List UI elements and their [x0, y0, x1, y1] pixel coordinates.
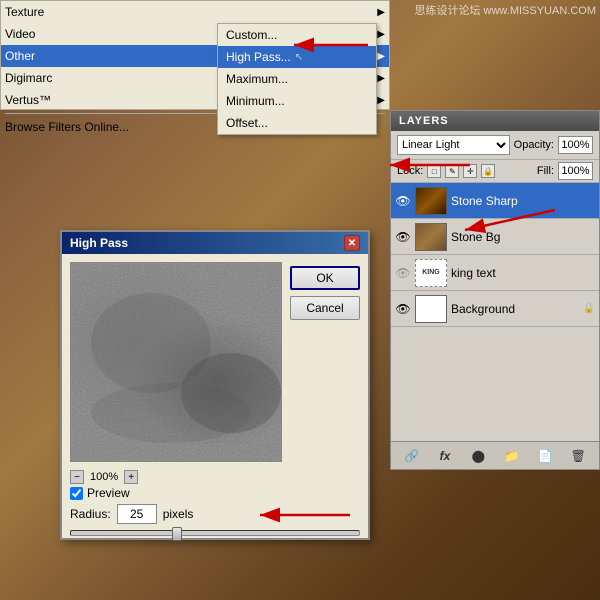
zoom-value: 100% — [90, 471, 118, 483]
submenu-item-minimum-label: Minimum... — [226, 94, 285, 108]
opacity-label: Opacity: — [514, 139, 554, 151]
menu-arrow-video: ▶ — [377, 29, 385, 40]
arrow-to-blend-mode — [385, 150, 475, 180]
dialog-body: OK Cancel — [62, 254, 368, 470]
menu-arrow-texture: ▶ — [377, 7, 385, 18]
layers-panel-header: LAYERS — [391, 111, 599, 131]
layer-name-background: Background — [451, 302, 579, 316]
preview-checkbox[interactable] — [70, 487, 83, 500]
layer-item-background[interactable]: 👁 Background 🔒 — [391, 291, 599, 327]
lock-all-icon[interactable]: 🔒 — [481, 164, 495, 178]
layer-thumb-stone-sharp — [415, 187, 447, 215]
arrow-to-stone-sharp — [460, 200, 560, 240]
layer-thumb-king-text: KING — [415, 259, 447, 287]
layer-item-king-text[interactable]: 👁 KING king text — [391, 255, 599, 291]
radius-label: Radius: — [70, 507, 111, 521]
group-button[interactable]: 📁 — [502, 446, 522, 466]
layer-visibility-king-text[interactable]: 👁 — [395, 265, 411, 281]
submenu-item-custom-label: Custom... — [226, 28, 277, 42]
opacity-input[interactable] — [558, 136, 593, 154]
menu-arrow-digimarc: ▶ — [377, 73, 385, 84]
layer-visibility-stone-bg[interactable]: 👁 — [395, 229, 411, 245]
layer-visibility-background[interactable]: 👁 — [395, 301, 411, 317]
layer-thumb-background — [415, 295, 447, 323]
cancel-button[interactable]: Cancel — [290, 296, 360, 320]
submenu-item-minimum[interactable]: Minimum... — [218, 90, 376, 112]
highpass-dialog: High Pass ✕ OK Cancel − 100% + — [60, 230, 370, 540]
zoom-out-button[interactable]: − — [70, 470, 84, 484]
submenu-item-maximum-label: Maximum... — [226, 72, 288, 86]
radius-unit: pixels — [163, 507, 194, 521]
king-text-preview: KING — [422, 269, 440, 276]
fx-button[interactable]: fx — [435, 446, 455, 466]
fill-label: Fill: — [537, 165, 554, 177]
watermark: 思练设计论坛 www.MISSYUAN.COM — [410, 0, 600, 20]
ok-button[interactable]: OK — [290, 266, 360, 290]
submenu-item-highpass-label: High Pass... — [226, 50, 291, 64]
fill-input[interactable] — [558, 162, 593, 180]
zoom-controls: − 100% + — [62, 470, 368, 484]
submenu-item-offset[interactable]: Offset... — [218, 112, 376, 134]
background-lock-icon: 🔒 — [583, 303, 595, 314]
menu-arrow-vertus: ▶ — [377, 95, 385, 106]
preview-label: Preview — [87, 486, 130, 500]
dialog-preview-canvas — [70, 262, 282, 462]
layers-panel-title: LAYERS — [399, 115, 449, 127]
new-layer-button[interactable]: 📄 — [535, 446, 555, 466]
dialog-title-bar: High Pass ✕ — [62, 232, 368, 254]
dialog-button-group: OK Cancel — [290, 262, 360, 462]
radius-slider-thumb[interactable] — [172, 527, 182, 541]
dialog-close-button[interactable]: ✕ — [344, 235, 360, 251]
dialog-title-text: High Pass — [70, 236, 128, 250]
arrow-to-radius — [255, 495, 355, 535]
submenu-item-maximum[interactable]: Maximum... — [218, 68, 376, 90]
preview-svg — [71, 263, 282, 462]
menu-item-texture[interactable]: Texture ▶ — [1, 1, 389, 23]
menu-arrow-other: ▶ — [377, 51, 385, 62]
link-layers-button[interactable]: 🔗 — [402, 446, 422, 466]
layer-name-king-text: king text — [451, 266, 595, 280]
zoom-in-button[interactable]: + — [124, 470, 138, 484]
layer-visibility-stone-sharp[interactable]: 👁 — [395, 193, 411, 209]
arrow-to-highpass — [290, 30, 370, 60]
layer-thumb-stone-bg — [415, 223, 447, 251]
mask-button[interactable]: ⬤ — [468, 446, 488, 466]
menu-item-texture-label: Texture — [5, 5, 377, 19]
submenu-item-offset-label: Offset... — [226, 116, 268, 130]
radius-input[interactable] — [117, 504, 157, 524]
layers-bottom-toolbar: 🔗 fx ⬤ 📁 📄 🗑 — [391, 441, 599, 469]
delete-layer-button[interactable]: 🗑 — [568, 446, 588, 466]
